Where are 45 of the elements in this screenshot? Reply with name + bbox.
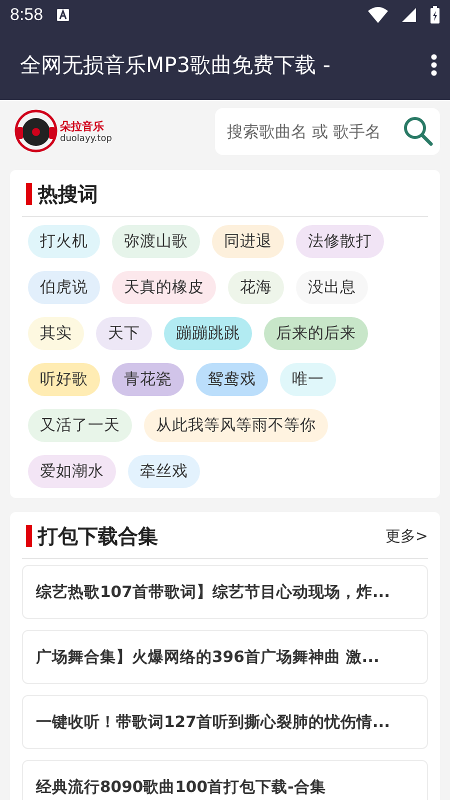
hot-word-tag[interactable]: 听好歌	[28, 363, 100, 396]
hot-word-tag[interactable]: 没出息	[296, 271, 368, 304]
hot-word-tag[interactable]: 弥渡山歌	[112, 225, 200, 258]
hot-word-tag[interactable]: 牵丝戏	[128, 455, 200, 488]
hot-word-tag[interactable]: 打火机	[28, 225, 100, 258]
pack-title: 综艺热歌107首带歌词】综艺节目心动现场，炸...	[36, 582, 390, 602]
pack-title: 广场舞合集】火爆网络的396首广场舞神曲 激...	[36, 648, 380, 666]
status-time: 8:58	[10, 5, 44, 25]
notification-icon	[57, 9, 70, 21]
logo-name: 朵拉音乐	[60, 118, 105, 134]
hot-word-tag[interactable]: 其实	[28, 317, 84, 350]
hot-word-tag[interactable]: 鸳鸯戏	[196, 363, 268, 396]
more-link[interactable]: 更多>	[385, 526, 428, 546]
section-title: 打包下载合集	[38, 522, 158, 550]
hot-word-tag[interactable]: 天真的橡皮	[112, 271, 216, 304]
pack-title: 一键收听！带歌词127首听到撕心裂肺的忧伤情...	[36, 712, 390, 732]
hot-word-tag[interactable]: 青花瓷	[112, 363, 184, 396]
hot-word-tag[interactable]: 又活了一天	[28, 409, 132, 442]
hot-word-tag[interactable]: 天下	[96, 317, 152, 350]
accent-bar	[26, 525, 32, 547]
logo-site: duolayy.top	[60, 134, 112, 144]
hot-word-tag[interactable]: 爱如潮水	[28, 455, 116, 488]
hot-word-tag[interactable]: 后来的后来	[264, 317, 368, 350]
pack-item[interactable]: 经典流行8090歌曲100首打包下载-合集	[22, 760, 428, 800]
hot-word-tag[interactable]: 法修散打	[296, 225, 384, 258]
signal-icon	[402, 8, 416, 22]
record-headphones-icon	[14, 109, 58, 153]
pack-title: 经典流行8090歌曲100首打包下载-合集	[36, 778, 326, 796]
wifi-icon	[368, 7, 388, 23]
search-icon[interactable]	[403, 116, 433, 146]
section-title: 热搜词	[38, 180, 98, 208]
battery-icon	[430, 6, 440, 24]
pack-item[interactable]: 综艺热歌107首带歌词】综艺节目心动现场，炸...	[22, 565, 428, 619]
app-title: 全网无损音乐MP3歌曲免费下载 -	[20, 52, 330, 79]
search-field[interactable]: 搜索歌曲名 或 歌手名	[215, 108, 440, 154]
more-menu-icon[interactable]	[430, 53, 438, 77]
hot-word-tag[interactable]: 唯一	[280, 363, 336, 396]
pack-item[interactable]: 一键收听！带歌词127首听到撕心裂肺的忧伤情...	[22, 695, 428, 749]
hot-word-tag[interactable]: 同进退	[212, 225, 284, 258]
hot-word-tag[interactable]: 花海	[228, 271, 284, 304]
accent-bar	[26, 183, 32, 205]
hot-word-tag[interactable]: 蹦蹦跳跳	[164, 317, 252, 350]
hot-word-tag[interactable]: 从此我等风等雨不等你	[144, 409, 328, 442]
hot-word-tag[interactable]: 伯虎说	[28, 271, 100, 304]
pack-item[interactable]: 广场舞合集】火爆网络的396首广场舞神曲 激...	[22, 630, 428, 684]
